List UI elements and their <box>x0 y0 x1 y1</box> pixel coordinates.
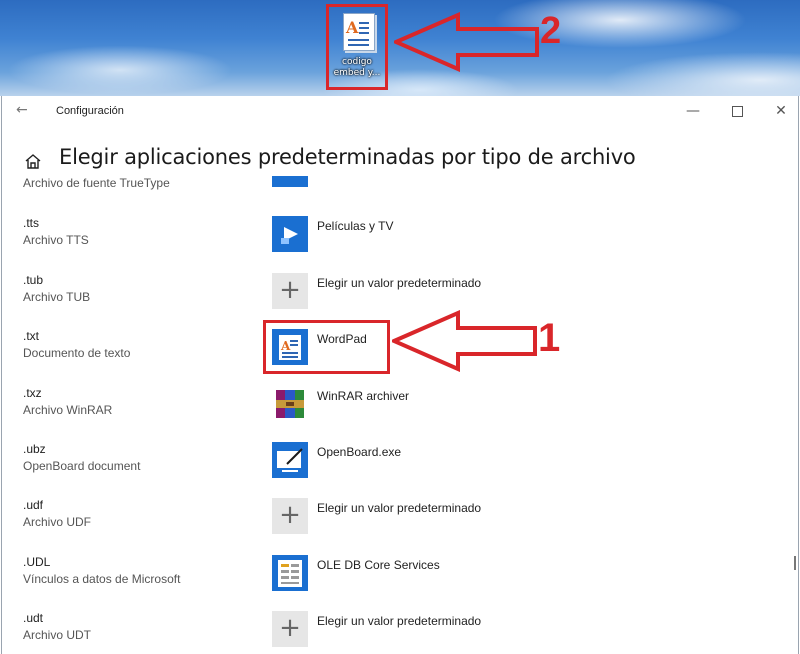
list-item: .UDL Vínculos a datos de Microsoft OLE D… <box>2 555 792 611</box>
default-app-name[interactable]: Películas y TV <box>317 219 393 233</box>
annotation-number-2: 2 <box>540 10 562 52</box>
minimize-button[interactable]: — <box>678 100 708 122</box>
wordpad-document-icon: A <box>343 13 375 51</box>
close-button[interactable]: ✕ <box>766 100 796 122</box>
file-extension: .udt <box>23 611 44 625</box>
desktop-file-label: codigo embed y... <box>333 57 381 78</box>
page-title: Elegir aplicaciones predeterminadas por … <box>59 145 636 169</box>
list-item: .udf Archivo UDF + Elegir un valor prede… <box>2 498 792 554</box>
choose-default-button[interactable]: Elegir un valor predeterminado <box>317 276 481 290</box>
title-bar: ← Configuración — ✕ <box>2 96 798 128</box>
plus-icon[interactable]: + <box>272 498 308 534</box>
file-type-desc: Archivo UDT <box>23 628 92 642</box>
choose-default-button[interactable]: Elegir un valor predeterminado <box>317 614 481 628</box>
desktop-background: A codigo embed y... 2 <box>0 0 800 96</box>
file-extension: .UDL <box>23 555 51 569</box>
file-extension: .tts <box>23 216 40 230</box>
list-item: .txz Archivo WinRAR WinRAR archiver <box>2 386 792 442</box>
desktop-file-icon-highlight[interactable]: A codigo embed y... <box>326 4 388 90</box>
annotation-arrow-2-icon <box>394 12 539 72</box>
file-type-desc: Vínculos a datos de Microsoft <box>23 572 181 586</box>
maximize-button[interactable] <box>722 100 752 122</box>
file-type-desc: OpenBoard document <box>23 459 141 473</box>
file-type-desc: Archivo UDF <box>23 515 92 529</box>
file-type-list: Archivo de fuente TrueType .tts Archivo … <box>2 176 792 654</box>
window-title: Configuración <box>56 105 124 117</box>
list-item: .ubz OpenBoard document OpenBoard.exe <box>2 442 792 498</box>
file-type-desc: Archivo de fuente TrueType <box>23 176 170 190</box>
annotation-number-1: 1 <box>538 316 561 360</box>
file-extension: .txt <box>23 329 40 343</box>
winrar-icon[interactable] <box>272 386 308 422</box>
font-app-icon[interactable] <box>272 176 308 187</box>
choose-default-button[interactable]: Elegir un valor predeterminado <box>317 501 481 515</box>
openboard-icon[interactable] <box>272 442 308 478</box>
default-app-name[interactable]: WinRAR archiver <box>317 389 409 403</box>
back-arrow-icon[interactable]: ← <box>16 102 28 118</box>
movies-tv-icon[interactable] <box>272 216 308 252</box>
file-type-desc: Documento de texto <box>23 346 131 360</box>
file-extension: .udf <box>23 498 44 512</box>
file-type-desc: Archivo TTS <box>23 233 89 247</box>
settings-window: ← Configuración — ✕ Elegir aplicaciones … <box>1 96 799 654</box>
wordpad-highlight-box <box>263 320 390 374</box>
file-type-desc: Archivo WinRAR <box>23 403 113 417</box>
file-extension: .txz <box>23 386 42 400</box>
file-extension: .ubz <box>23 442 46 456</box>
home-icon[interactable] <box>24 153 42 170</box>
file-extension: .tub <box>23 273 44 287</box>
default-app-name[interactable]: OpenBoard.exe <box>317 445 401 459</box>
plus-icon[interactable]: + <box>272 611 308 647</box>
scrollbar-thumb[interactable] <box>794 556 796 570</box>
default-app-name[interactable]: OLE DB Core Services <box>317 558 440 572</box>
list-item: .udt Archivo UDT + Elegir un valor prede… <box>2 611 792 654</box>
plus-icon[interactable]: + <box>272 273 308 309</box>
file-type-desc: Archivo TUB <box>23 290 91 304</box>
list-item: .tts Archivo TTS Películas y TV <box>2 216 792 272</box>
oledb-icon[interactable] <box>272 555 308 591</box>
annotation-arrow-1-icon <box>392 310 537 372</box>
